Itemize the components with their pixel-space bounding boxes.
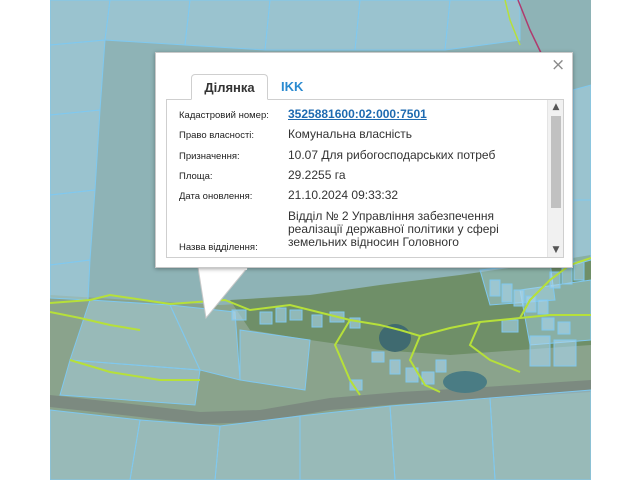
scroll-up-icon[interactable]: ▲: [548, 100, 563, 114]
department-value: Відділ № 2 Управління забезпечення реалі…: [288, 209, 499, 249]
close-icon[interactable]: ×: [551, 57, 565, 74]
updated-value: 21.10.2024 09:33:32: [288, 188, 399, 202]
ownership-label: Право власності:: [179, 130, 255, 141]
scroll-thumb[interactable]: [551, 116, 561, 208]
department-label: Назва відділення:: [179, 242, 258, 253]
updated-label: Дата оновлення:: [179, 191, 253, 202]
area-value: 29.2255 га: [288, 168, 346, 182]
parcel-details-panel: Кадастровий номер: 3525881600:02:000:750…: [166, 99, 564, 258]
map-page: × Ділянка IKK Кадастровий номер: 3525881…: [0, 0, 640, 480]
popup-tabs: Ділянка IKK: [166, 74, 564, 100]
purpose-label: Призначення:: [179, 151, 240, 162]
pond-2: [443, 371, 487, 393]
parcel-info-popup: × Ділянка IKK Кадастровий номер: 3525881…: [155, 52, 573, 268]
area-label: Площа:: [179, 171, 213, 182]
tab-ikk[interactable]: IKK: [281, 74, 317, 100]
cadastral-number-label: Кадастровий номер:: [179, 110, 269, 121]
details-list: Кадастровий номер: 3525881600:02:000:750…: [167, 100, 547, 257]
cadastral-number-link[interactable]: 3525881600:02:000:7501: [288, 108, 538, 121]
purpose-value: 10.07 Для рибогосподарських потреб: [288, 148, 496, 162]
ownership-value: Комунальна власність: [288, 127, 413, 141]
scroll-down-icon[interactable]: ▼: [548, 243, 563, 257]
details-scrollbar[interactable]: ▲ ▼: [547, 100, 563, 257]
tab-parcel[interactable]: Ділянка: [191, 74, 268, 100]
